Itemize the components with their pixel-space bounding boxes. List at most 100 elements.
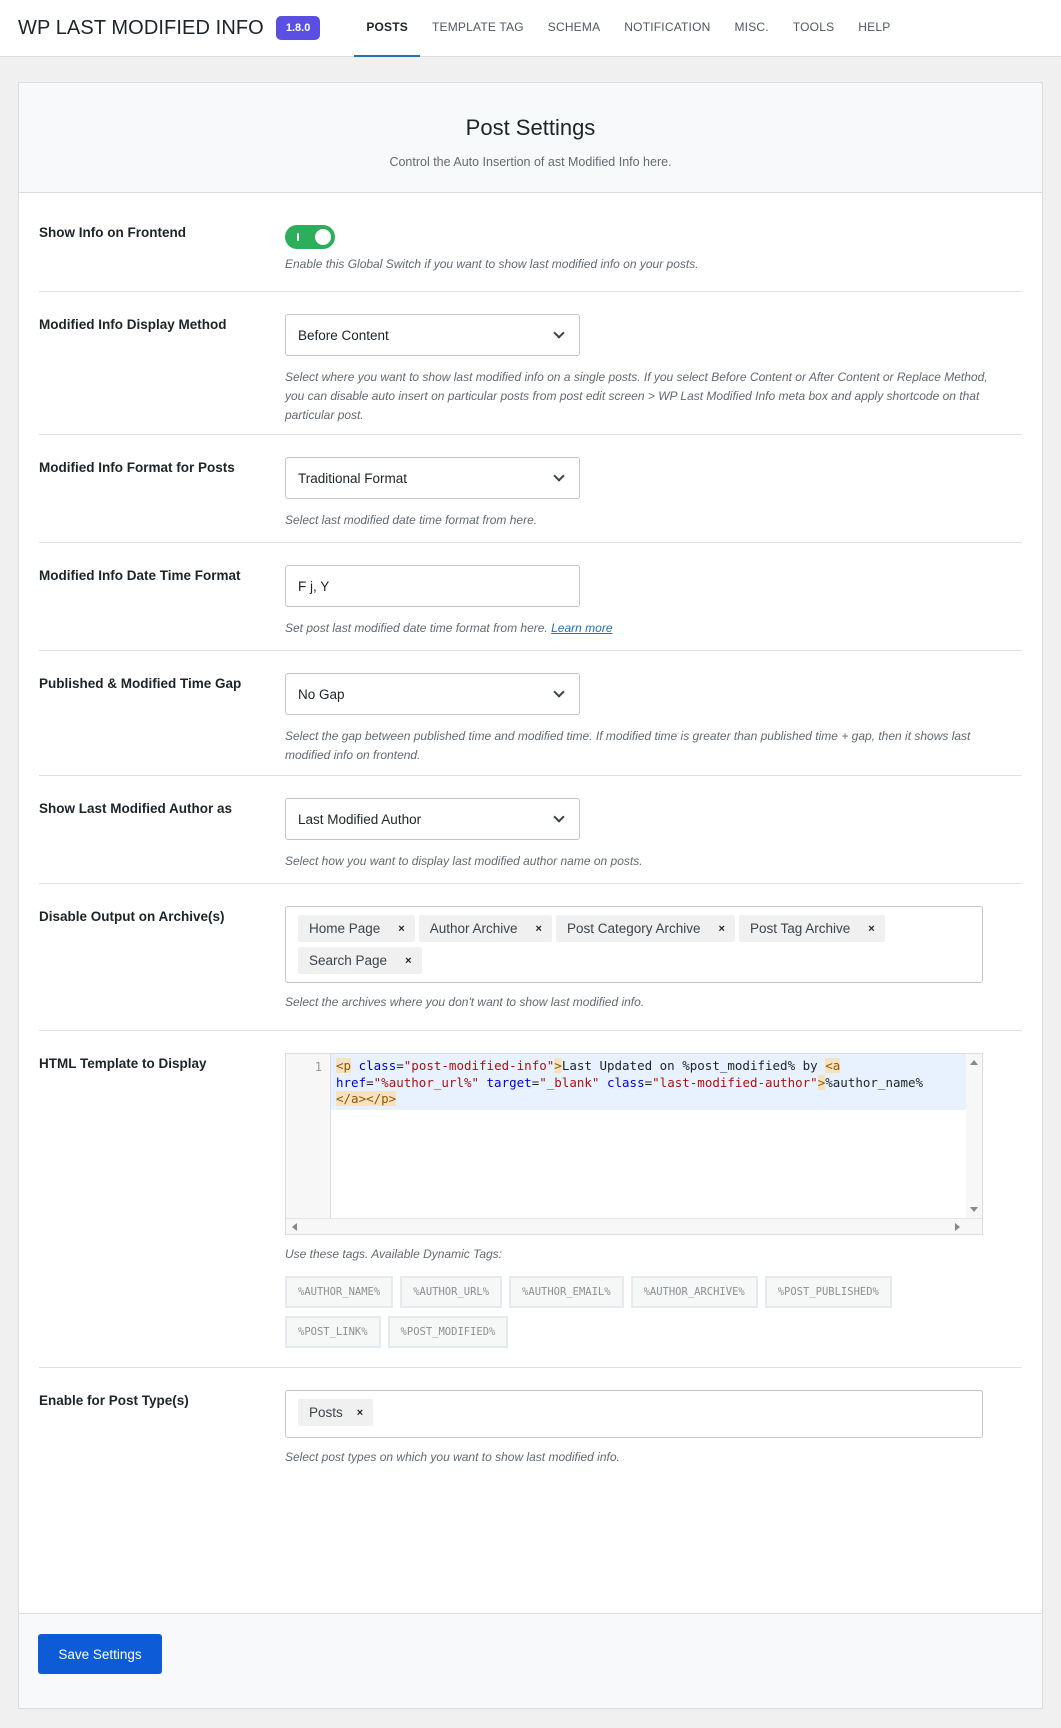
tab-help[interactable]: HELP xyxy=(846,0,902,57)
code-token: target xyxy=(486,1074,532,1090)
vertical-scrollbar[interactable] xyxy=(966,1054,982,1218)
code-line[interactable]: <p class="post-modified-info">Last Updat… xyxy=(331,1054,966,1110)
horizontal-scrollbar[interactable] xyxy=(286,1218,982,1234)
code-token: "post-modified-info" xyxy=(403,1058,555,1073)
row-show-info: Show Info on Frontend Enable this Global… xyxy=(39,193,1022,292)
top-bar: WP LAST MODIFIED INFO 1.8.0 POSTS TEMPLA… xyxy=(0,0,1061,57)
learn-more-link[interactable]: Learn more xyxy=(551,621,612,635)
format-select[interactable]: Traditional Format xyxy=(285,457,580,499)
tab-template-tag[interactable]: TEMPLATE TAG xyxy=(420,0,536,57)
time-gap-select[interactable]: No Gap xyxy=(285,673,580,715)
template-desc: Use these tags. Available Dynamic Tags: xyxy=(285,1247,503,1261)
chevron-down-icon xyxy=(553,470,565,482)
card-header: Post Settings Control the Auto Insertion… xyxy=(19,83,1042,193)
chevron-down-icon xyxy=(553,327,565,339)
display-method-label: Modified Info Display Method xyxy=(39,317,227,332)
chip-post-tag-archive: Post Tag Archive × xyxy=(738,915,885,942)
dynamic-tag[interactable]: %POST_LINK% xyxy=(285,1316,381,1348)
page-subtitle: Control the Auto Insertion of ast Modifi… xyxy=(389,155,672,169)
dynamic-tag[interactable]: %POST_MODIFIED% xyxy=(387,1316,509,1348)
code-token: </p> xyxy=(366,1091,397,1106)
date-format-input[interactable]: F j, Y xyxy=(285,565,580,607)
toggle-on-mark xyxy=(297,233,299,241)
save-settings-button[interactable]: Save Settings xyxy=(38,1634,162,1674)
arrow-up-icon[interactable] xyxy=(970,1060,978,1065)
row-time-gap: Published & Modified Time Gap No Gap Sel… xyxy=(39,651,1022,776)
dynamic-tag[interactable]: %AUTHOR_NAME% xyxy=(285,1276,394,1308)
toggle-knob xyxy=(315,229,331,245)
post-types-label: Enable for Post Type(s) xyxy=(39,1393,189,1408)
tab-notification[interactable]: NOTIFICATION xyxy=(612,0,722,57)
code-token: class xyxy=(358,1058,397,1073)
post-types-multiselect[interactable]: Posts × xyxy=(285,1390,983,1438)
chip-label: Post Category Archive xyxy=(566,921,701,936)
arrow-left-icon[interactable] xyxy=(292,1223,297,1231)
page-title: Post Settings xyxy=(465,115,596,140)
line-number: 1 xyxy=(286,1054,331,1218)
code-editor[interactable]: 1 <p class="post-modified-info">Last Upd… xyxy=(285,1053,983,1235)
chip-label: Posts xyxy=(309,1405,343,1420)
remove-icon[interactable]: × xyxy=(405,955,411,967)
code-token: "_blank" xyxy=(539,1074,600,1090)
date-format-value: F j, Y xyxy=(298,578,330,594)
time-gap-value: No Gap xyxy=(298,686,345,702)
code-token: <a xyxy=(825,1058,841,1073)
remove-icon[interactable]: × xyxy=(398,923,404,935)
row-template: HTML Template to Display 1 <p class="pos… xyxy=(39,1031,1022,1368)
post-types-desc: Select post types on which you want to s… xyxy=(285,1450,620,1464)
arrow-right-icon[interactable] xyxy=(955,1223,960,1231)
chip-label: Home Page xyxy=(309,921,381,936)
author-desc: Select how you want to display last modi… xyxy=(285,854,643,868)
remove-icon[interactable]: × xyxy=(357,1407,363,1419)
code-token: "last-modified-author" xyxy=(652,1074,818,1090)
date-format-desc-text: Set post last modified date time format … xyxy=(285,621,548,635)
row-author: Show Last Modified Author as Last Modifi… xyxy=(39,776,1022,884)
time-gap-desc: Select the gap between published time an… xyxy=(285,729,971,762)
show-info-toggle[interactable] xyxy=(285,225,335,249)
display-method-value: Before Content xyxy=(298,327,389,343)
tab-schema[interactable]: SCHEMA xyxy=(536,0,613,57)
code-token: <p xyxy=(336,1058,352,1073)
row-display-method: Modified Info Display Method Before Cont… xyxy=(39,292,1022,435)
show-info-label: Show Info on Frontend xyxy=(39,225,186,240)
chip-label: Post Tag Archive xyxy=(749,921,851,936)
code-token: class xyxy=(606,1074,645,1090)
chevron-down-icon xyxy=(553,686,565,698)
dynamic-tags: %AUTHOR_NAME% %AUTHOR_URL% %AUTHOR_EMAIL… xyxy=(285,1276,945,1356)
dynamic-tag[interactable]: %POST_PUBLISHED% xyxy=(764,1276,892,1308)
chip-home-page: Home Page × xyxy=(298,915,415,942)
remove-icon[interactable]: × xyxy=(868,923,874,935)
code-token: > xyxy=(554,1058,562,1073)
chip-author-archive: Author Archive × xyxy=(418,915,552,942)
tab-posts[interactable]: POSTS xyxy=(354,0,420,57)
dynamic-tag[interactable]: %AUTHOR_ARCHIVE% xyxy=(630,1276,758,1308)
date-format-label: Modified Info Date Time Format xyxy=(39,568,241,583)
remove-icon[interactable]: × xyxy=(719,923,725,935)
arrow-down-icon[interactable] xyxy=(970,1207,978,1212)
dynamic-tag[interactable]: %AUTHOR_EMAIL% xyxy=(509,1276,624,1308)
code-token: %author_name% xyxy=(825,1074,924,1090)
code-token: </a> xyxy=(336,1091,367,1106)
archives-label: Disable Output on Archive(s) xyxy=(39,909,225,924)
display-method-desc: Select where you want to show last modif… xyxy=(285,370,988,422)
author-select[interactable]: Last Modified Author xyxy=(285,798,580,840)
archives-multiselect[interactable]: Home Page × Author Archive × Post Category… xyxy=(285,906,983,983)
row-archives: Disable Output on Archive(s) Home Page × … xyxy=(39,884,1022,1031)
remove-icon[interactable]: × xyxy=(536,923,542,935)
chip-post-category-archive: Post Category Archive × xyxy=(555,915,735,942)
format-label: Modified Info Format for Posts xyxy=(39,460,235,475)
display-method-select[interactable]: Before Content xyxy=(285,314,580,356)
author-value: Last Modified Author xyxy=(298,811,422,827)
dynamic-tag[interactable]: %AUTHOR_URL% xyxy=(400,1276,503,1308)
tab-tools[interactable]: TOOLS xyxy=(781,0,846,57)
card-footer: Save Settings xyxy=(19,1613,1042,1708)
settings-rows: Show Info on Frontend Enable this Global… xyxy=(19,193,1042,1496)
chip-label: Search Page xyxy=(309,953,388,968)
row-post-types: Enable for Post Type(s) Posts × Select po… xyxy=(39,1368,1022,1496)
chip-search-page: Search Page × xyxy=(298,947,422,974)
format-value: Traditional Format xyxy=(298,470,408,486)
chip-label: Author Archive xyxy=(429,921,518,936)
version-badge: 1.8.0 xyxy=(275,16,321,40)
time-gap-label: Published & Modified Time Gap xyxy=(39,676,242,691)
tab-misc[interactable]: MISC. xyxy=(722,0,780,57)
